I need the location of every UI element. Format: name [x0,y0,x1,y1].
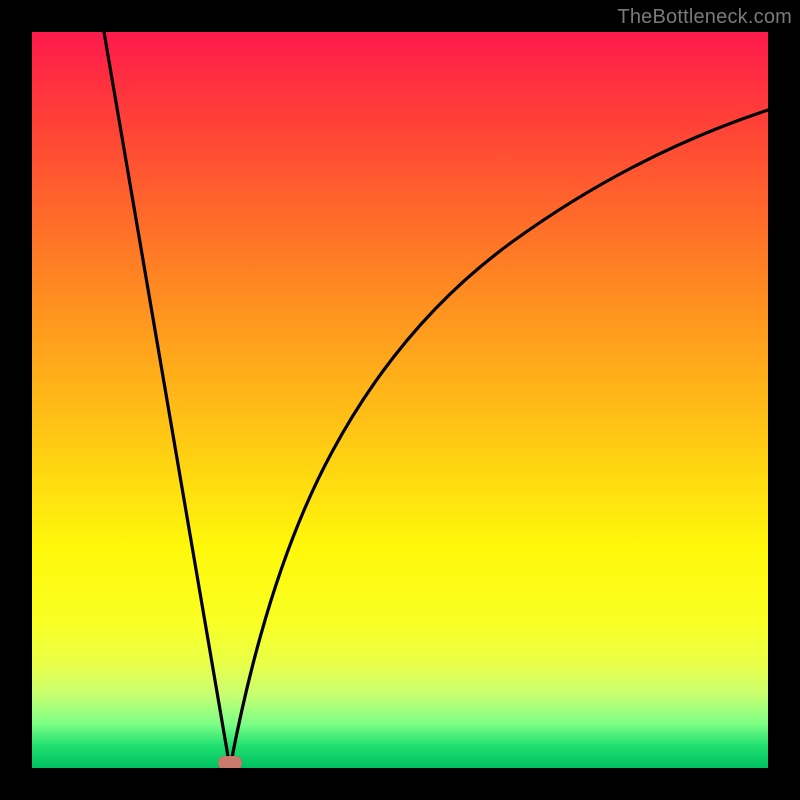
chart-frame: TheBottleneck.com [0,0,800,800]
min-marker [218,756,242,768]
curve-layer [32,32,768,768]
right-curve [230,110,768,768]
plot-area [32,32,768,768]
left-line [104,32,230,768]
watermark-text: TheBottleneck.com [617,6,792,29]
